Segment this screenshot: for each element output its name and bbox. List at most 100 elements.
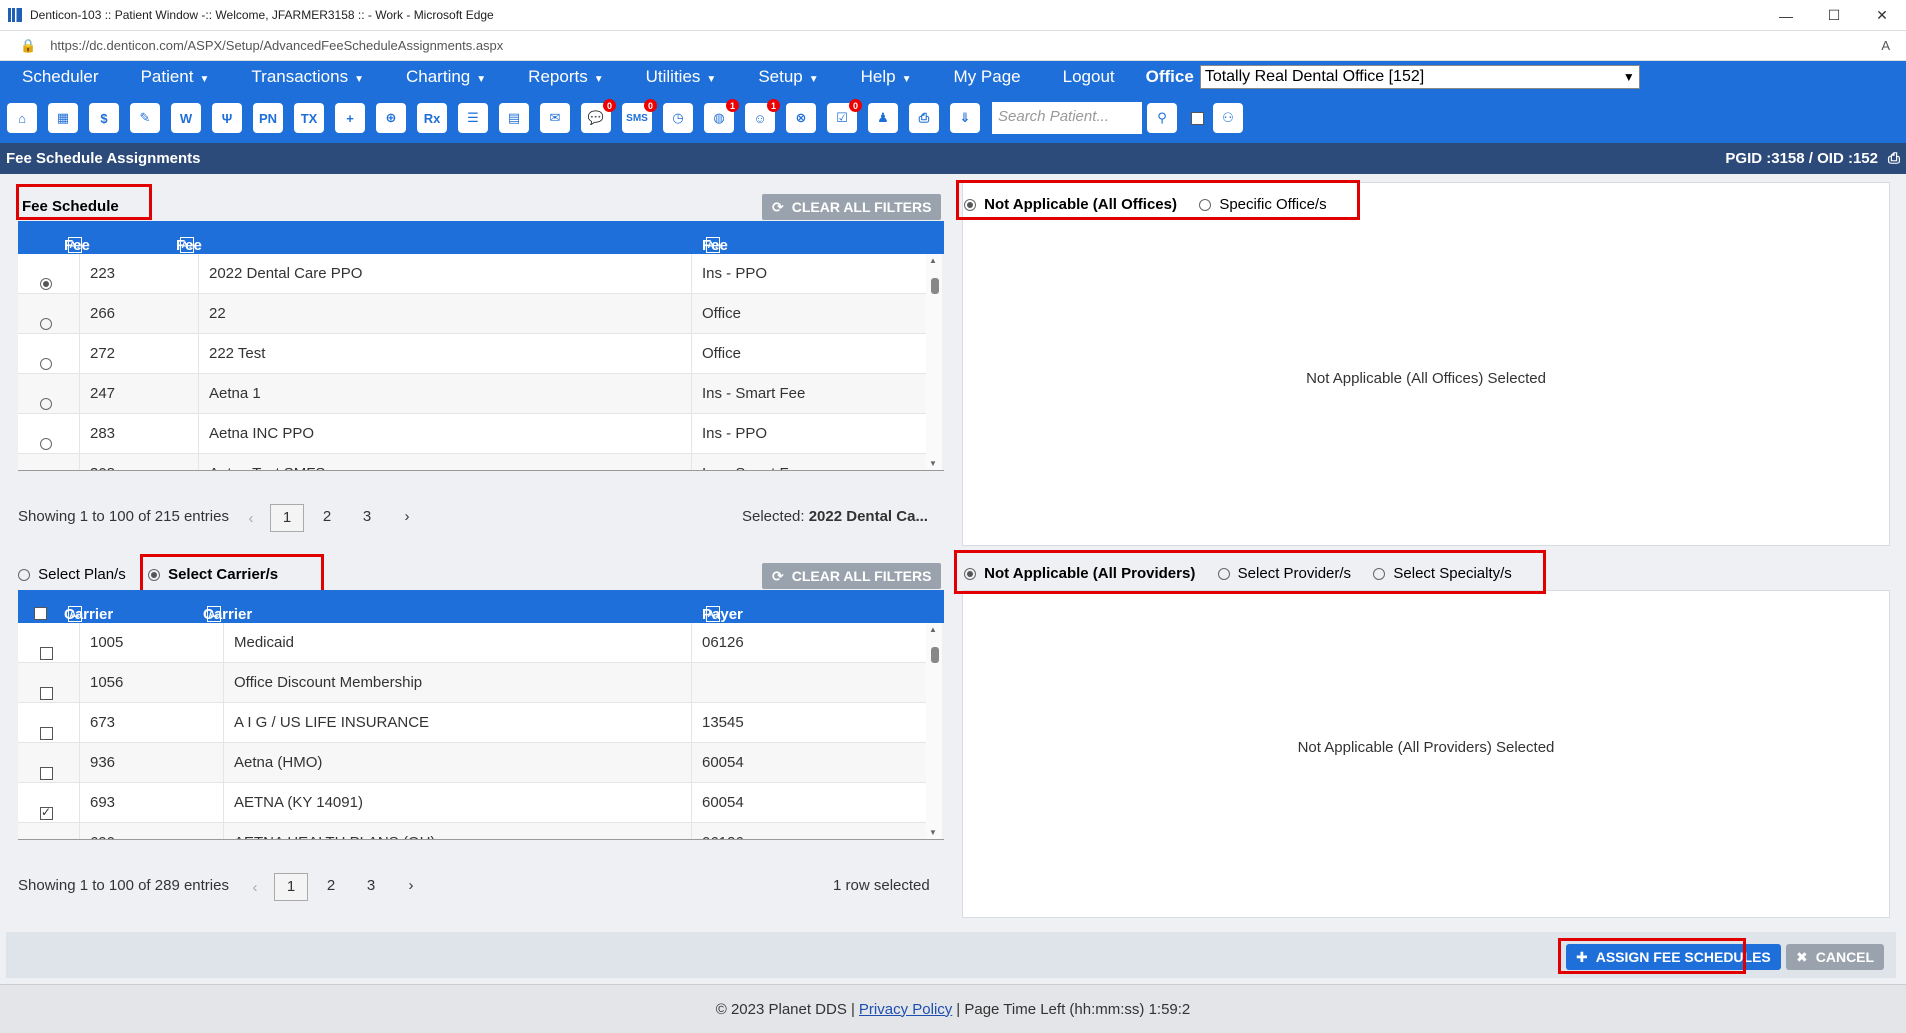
carrier-page-2[interactable]: 2: [314, 873, 348, 901]
carrier-table-row[interactable]: 673 A I G / US LIFE INSURANCE 13545: [18, 703, 926, 743]
fee-selected: Selected: 2022 Dental Ca...: [742, 508, 928, 525]
privacy-policy-link[interactable]: Privacy Policy: [859, 1001, 952, 1018]
fee-table-row[interactable]: 308 Aetna Test SMFS Ins - Smart Fee: [18, 454, 926, 470]
cancel-button[interactable]: ✖ CANCEL: [1786, 944, 1885, 970]
chat-icon[interactable]: ☰: [455, 99, 491, 137]
nav-help[interactable]: Help ▼: [840, 67, 933, 87]
search-checkbox[interactable]: [1191, 111, 1204, 125]
icon-toolbar: ⌂ ▦ $ ✎ W Ψ PN TX + ⊕ Rx ☰ ▤ ✉ 💬 0 SMS 0 ◷…: [0, 93, 1906, 143]
fee-grid-header: Fee IDA↓ Fee Schedule NameA↓ Fee Schedul…: [18, 221, 944, 288]
nav-setup[interactable]: Setup ▼: [737, 67, 839, 87]
group-search-icon[interactable]: ⚇: [1210, 99, 1246, 137]
maximize-icon[interactable]: ☐: [1810, 0, 1858, 31]
notes-icon[interactable]: ✎: [127, 99, 163, 137]
window-title: Denticon-103 :: Patient Window -:: Welco…: [30, 8, 494, 22]
carrier-prev-page[interactable]: ‹: [248, 875, 262, 903]
printer-icon[interactable]: ⎙: [906, 99, 942, 137]
footer-copyright: © 2023 Planet DDS |: [715, 1000, 855, 1018]
nav-scheduler[interactable]: Scheduler: [0, 67, 120, 87]
clear-filters-button-carriers[interactable]: ⟳ CLEAR ALL FILTERS: [762, 563, 942, 589]
print-doc-icon[interactable]: ▤: [496, 99, 532, 137]
calendar-icon[interactable]: ▦: [45, 99, 81, 137]
carrier-id-cell: 1005: [90, 634, 124, 651]
fee-table-row[interactable]: 223 2022 Dental Care PPO Ins - PPO: [18, 254, 926, 294]
payer-id-cell: 60054: [702, 754, 744, 771]
address-bar[interactable]: 🔒 https://dc.denticon.com/ASPX/Setup/Adv…: [0, 31, 1906, 61]
nav-patient[interactable]: Patient ▼: [120, 67, 231, 87]
carrier-name-cell: A I G / US LIFE INSURANCE: [234, 714, 430, 731]
office-label: Office: [1145, 67, 1194, 86]
tooth-icon[interactable]: W: [168, 99, 204, 137]
fee-id-cell: 272: [90, 345, 116, 362]
sms-icon[interactable]: SMS 0: [619, 99, 657, 137]
carrier-page-3[interactable]: 3: [354, 873, 388, 901]
radio-select-plans[interactable]: Select Plan/s: [18, 566, 126, 583]
globe-alert-icon[interactable]: ◍ 1: [701, 99, 739, 137]
close-icon[interactable]: ✕: [1858, 0, 1906, 31]
tx-icon[interactable]: TX: [291, 99, 327, 137]
app-logo-icon: [8, 8, 22, 22]
fee-prev-page[interactable]: ‹: [244, 506, 258, 534]
nav-utilities[interactable]: Utilities ▼: [625, 67, 738, 87]
rx-icon[interactable]: Rx: [414, 99, 450, 137]
web-icon[interactable]: ⊗: [783, 99, 819, 137]
carrier-next-page[interactable]: ›: [394, 873, 428, 901]
nav-reports[interactable]: Reports ▼: [507, 67, 624, 87]
nav-transactions[interactable]: Transactions ▼: [230, 67, 385, 87]
fee-table-row[interactable]: 283 Aetna INC PPO Ins - PPO: [18, 414, 926, 454]
group-add-icon[interactable]: ⊕: [373, 99, 409, 137]
fee-pager: Showing 1 to 100 of 215 entries ‹ 1 2 3 …: [18, 504, 938, 532]
fee-table-row[interactable]: 247 Aetna 1 Ins - Smart Fee: [18, 374, 926, 414]
patient-search-input[interactable]: Search Patient...: [992, 102, 1142, 134]
home-icon[interactable]: ⌂: [4, 99, 40, 137]
nav-charting[interactable]: Charting ▼: [385, 67, 507, 87]
carrier-id-cell: 693: [90, 794, 116, 811]
highlight-box: [1558, 938, 1746, 974]
fee-id-cell: 223: [90, 265, 116, 282]
carrier-showing-text: Showing 1 to 100 of 289 entries: [18, 877, 229, 894]
fee-grid-scrollbar[interactable]: ▲ ▼: [926, 254, 942, 470]
clear-filters-button-fees[interactable]: ⟳ CLEAR ALL FILTERS: [762, 194, 942, 220]
pn-icon[interactable]: PN: [250, 99, 286, 137]
family-icon[interactable]: ♟: [865, 99, 901, 137]
message-icon[interactable]: 💬 0: [578, 99, 616, 137]
fee-table-row[interactable]: 266 22 Office: [18, 294, 926, 334]
page-title: Fee Schedule Assignments: [6, 150, 201, 167]
url-text[interactable]: https://dc.denticon.com/ASPX/Setup/Advan…: [50, 38, 503, 53]
carrier-grid-scrollbar[interactable]: ▲ ▼: [926, 623, 942, 839]
window-title-bar: Denticon-103 :: Patient Window -:: Welco…: [0, 0, 1906, 31]
support-icon[interactable]: ☺ 1: [742, 99, 780, 137]
carrier-table-row[interactable]: 1056 Office Discount Membership: [18, 663, 926, 703]
fee-page-1[interactable]: 1: [270, 504, 304, 532]
fee-page-3[interactable]: 3: [350, 504, 384, 532]
nav-logout[interactable]: Logout: [1042, 67, 1136, 87]
fee-name-cell: 222 Test: [209, 345, 266, 362]
print-icon[interactable]: ⎙: [1888, 150, 1900, 167]
patient-search-icon[interactable]: ⚲: [1144, 99, 1180, 137]
carrier-table-row[interactable]: 1005 Medicaid 06126: [18, 623, 926, 663]
carrier-table-row[interactable]: 693 AETNA (KY 14091) 60054: [18, 783, 926, 823]
mail-icon[interactable]: ✉: [537, 99, 573, 137]
nav-my-page[interactable]: My Page: [933, 67, 1042, 87]
office-select[interactable]: Totally Real Dental Office [152] ▼: [1199, 65, 1640, 89]
fee-showing-text: Showing 1 to 100 of 215 entries: [18, 508, 229, 525]
dollar-icon[interactable]: $: [86, 99, 122, 137]
payer-id-cell: 06126: [702, 634, 744, 651]
fee-page-2[interactable]: 2: [310, 504, 344, 532]
minimize-icon[interactable]: —: [1762, 0, 1810, 31]
fee-name-cell: 22: [209, 305, 226, 322]
footer-time-left: | Page Time Left (hh:mm:ss) 1:59:2: [956, 1000, 1191, 1018]
add-patient-icon[interactable]: +: [332, 99, 368, 137]
carrier-name-cell: Office Discount Membership: [234, 674, 423, 691]
checklist-icon[interactable]: ☑ 0: [824, 99, 862, 137]
carrier-table-row[interactable]: 936 Aetna (HMO) 60054: [18, 743, 926, 783]
carrier-table-row[interactable]: 690 AETNA HEALTH PLANS (OH) 06126: [18, 823, 926, 839]
clock-icon[interactable]: ◷: [660, 99, 696, 137]
implant-icon[interactable]: Ψ: [209, 99, 245, 137]
download-icon[interactable]: ⇓: [947, 99, 983, 137]
fee-next-page[interactable]: ›: [390, 504, 424, 532]
pgid-oid: PGID :3158 / OID :152 ⎙: [1725, 150, 1900, 167]
fee-table-row[interactable]: 272 222 Test Office: [18, 334, 926, 374]
carrier-page-1[interactable]: 1: [274, 873, 308, 901]
read-aloud-icon[interactable]: A: [1881, 38, 1890, 53]
